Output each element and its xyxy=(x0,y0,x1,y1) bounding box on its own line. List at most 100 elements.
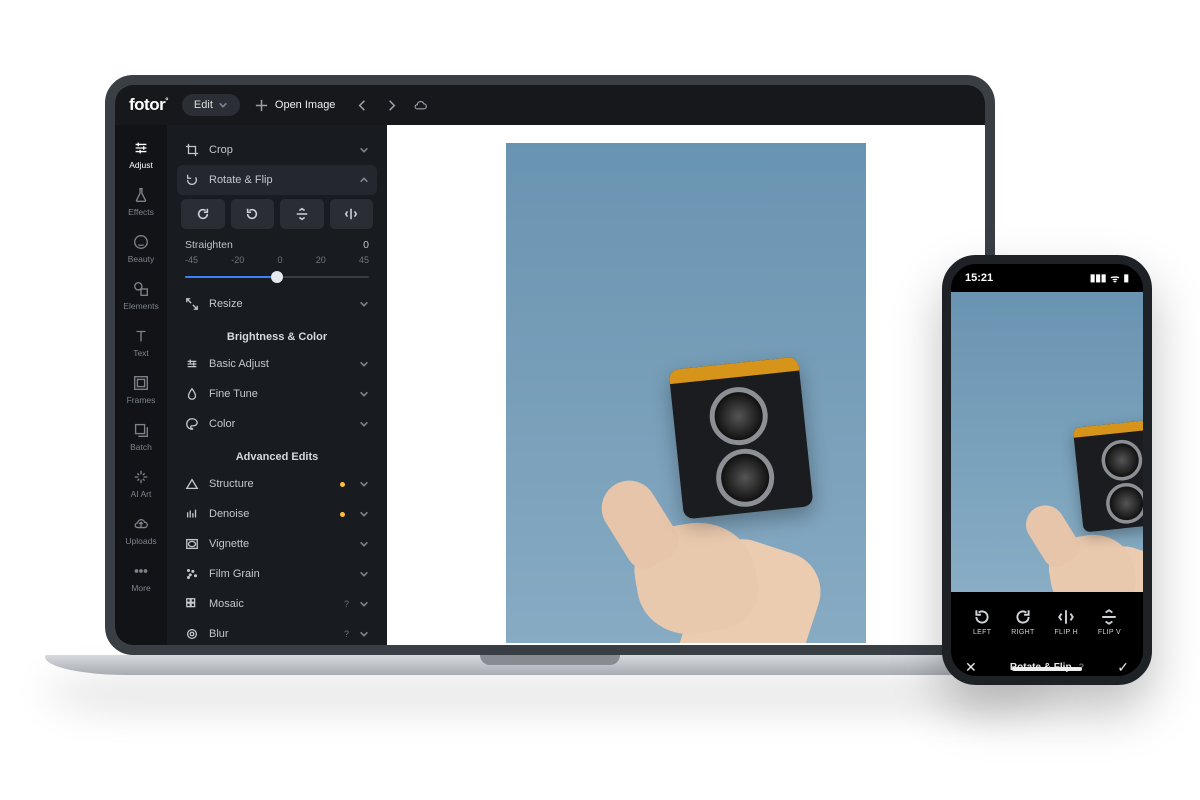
rail-label: Adjust xyxy=(115,160,167,170)
topbar: fotor° Edit Open Image xyxy=(115,85,985,125)
panel-resize[interactable]: Resize xyxy=(177,289,377,319)
chevron-down-icon xyxy=(359,299,369,309)
panel-color[interactable]: Color xyxy=(177,409,377,439)
cloud-icon[interactable] xyxy=(413,98,428,113)
panel-mosaic[interactable]: Mosaic ? xyxy=(177,589,377,619)
flip-horizontal-icon xyxy=(1057,608,1075,626)
slider-fill xyxy=(185,276,277,278)
flip-vertical-icon xyxy=(1100,608,1118,626)
rail-uploads[interactable]: Uploads xyxy=(115,509,167,552)
edit-label: Edit xyxy=(194,99,213,111)
rotate-icon xyxy=(185,173,199,187)
row-label: Resize xyxy=(209,298,349,310)
pro-dot-icon xyxy=(340,482,345,487)
rotate-flip-buttons xyxy=(177,195,377,231)
rail-effects[interactable]: Effects xyxy=(115,180,167,223)
tick: 20 xyxy=(316,255,326,265)
rotate-ccw-icon xyxy=(973,608,991,626)
open-image-label: Open Image xyxy=(275,99,336,111)
rail-frames[interactable]: Frames xyxy=(115,368,167,411)
help-icon[interactable]: ? xyxy=(344,629,349,639)
row-label: Blur xyxy=(209,628,332,640)
phone-photo[interactable] xyxy=(951,292,1143,592)
forward-icon[interactable] xyxy=(384,98,399,113)
chevron-down-icon xyxy=(359,629,369,639)
wifi-icon: ᯤ xyxy=(1110,271,1119,285)
chevron-down-icon xyxy=(359,479,369,489)
tool-label: FLIP H xyxy=(1054,629,1077,636)
panel-basic-adjust[interactable]: Basic Adjust xyxy=(177,349,377,379)
main: Adjust Effects Beauty Elements Text xyxy=(115,125,985,645)
phone-rotate-right-button[interactable]: RIGHT xyxy=(1011,608,1034,636)
panel-film-grain[interactable]: Film Grain xyxy=(177,559,377,589)
row-label: Color xyxy=(209,418,349,430)
row-label: Structure xyxy=(209,478,330,490)
chevron-down-icon xyxy=(359,145,369,155)
slider-thumb[interactable] xyxy=(271,271,283,283)
rail-batch[interactable]: Batch xyxy=(115,415,167,458)
rail-adjust[interactable]: Adjust xyxy=(115,133,167,176)
photo[interactable] xyxy=(506,143,866,643)
laptop-frame: fotor° Edit Open Image Adjust xyxy=(105,75,995,655)
panel-fine-tune[interactable]: Fine Tune xyxy=(177,379,377,409)
text-icon xyxy=(132,327,150,345)
logo-text: fotor xyxy=(129,95,165,114)
crop-icon xyxy=(185,143,199,157)
slider-ticks: -45 -20 0 20 45 xyxy=(185,255,369,265)
triangle-icon xyxy=(185,477,199,491)
chevron-down-icon xyxy=(359,569,369,579)
panel-denoise[interactable]: Denoise xyxy=(177,499,377,529)
app: fotor° Edit Open Image Adjust xyxy=(115,85,985,645)
rail-beauty[interactable]: Beauty xyxy=(115,227,167,270)
row-label: Denoise xyxy=(209,508,330,520)
panel-vignette[interactable]: Vignette xyxy=(177,529,377,559)
shapes-icon xyxy=(132,280,150,298)
help-icon[interactable]: ? xyxy=(344,599,349,609)
photo-camera xyxy=(669,357,814,520)
tick: -20 xyxy=(231,255,244,265)
flip-horizontal-button[interactable] xyxy=(330,199,374,229)
phone-flip-h-button[interactable]: FLIP H xyxy=(1054,608,1077,636)
tool-label: FLIP V xyxy=(1098,629,1121,636)
rail-label: AI Art xyxy=(115,489,167,499)
left-rail: Adjust Effects Beauty Elements Text xyxy=(115,125,167,645)
flip-vertical-button[interactable] xyxy=(280,199,324,229)
panel-blur[interactable]: Blur ? xyxy=(177,619,377,645)
edit-dropdown[interactable]: Edit xyxy=(182,94,240,116)
face-icon xyxy=(132,233,150,251)
panel-crop[interactable]: Crop xyxy=(177,135,377,165)
rail-label: Effects xyxy=(115,207,167,217)
row-label: Mosaic xyxy=(209,598,332,610)
row-label: Film Grain xyxy=(209,568,349,580)
rail-text[interactable]: Text xyxy=(115,321,167,364)
cloud-upload-icon xyxy=(132,515,150,533)
phone-rotate-left-button[interactable]: LEFT xyxy=(973,608,991,636)
open-image-button[interactable]: Open Image xyxy=(254,98,336,113)
row-label: Crop xyxy=(209,144,349,156)
rotate-cw-button[interactable] xyxy=(181,199,225,229)
phone-status-bar: 15:21 ▮▮▮ ᯤ ▮ xyxy=(951,264,1143,292)
blur-icon xyxy=(185,627,199,641)
frame-icon xyxy=(132,374,150,392)
rail-more[interactable]: More xyxy=(115,556,167,599)
status-time: 15:21 xyxy=(965,272,993,284)
straighten-value: 0 xyxy=(363,239,369,251)
chevron-down-icon xyxy=(359,419,369,429)
rail-label: Beauty xyxy=(115,254,167,264)
phone-cancel-button[interactable]: ✕ xyxy=(965,659,977,676)
rotate-ccw-button[interactable] xyxy=(231,199,275,229)
resize-icon xyxy=(185,297,199,311)
phone-confirm-button[interactable]: ✓ xyxy=(1117,659,1129,676)
panel-rotate-flip[interactable]: Rotate & Flip xyxy=(177,165,377,195)
logo-mark: ° xyxy=(165,96,168,105)
back-icon[interactable] xyxy=(355,98,370,113)
phone-frame: 15:21 ▮▮▮ ᯤ ▮ LEFT RIGHT FLIP H FLIP V xyxy=(942,255,1152,685)
phone-flip-v-button[interactable]: FLIP V xyxy=(1098,608,1121,636)
panel-structure[interactable]: Structure xyxy=(177,469,377,499)
chevron-up-icon xyxy=(359,175,369,185)
rail-elements[interactable]: Elements xyxy=(115,274,167,317)
sparkle-icon xyxy=(132,468,150,486)
straighten-slider[interactable] xyxy=(185,269,369,285)
rail-ai-art[interactable]: AI Art xyxy=(115,462,167,505)
canvas[interactable] xyxy=(387,125,985,645)
